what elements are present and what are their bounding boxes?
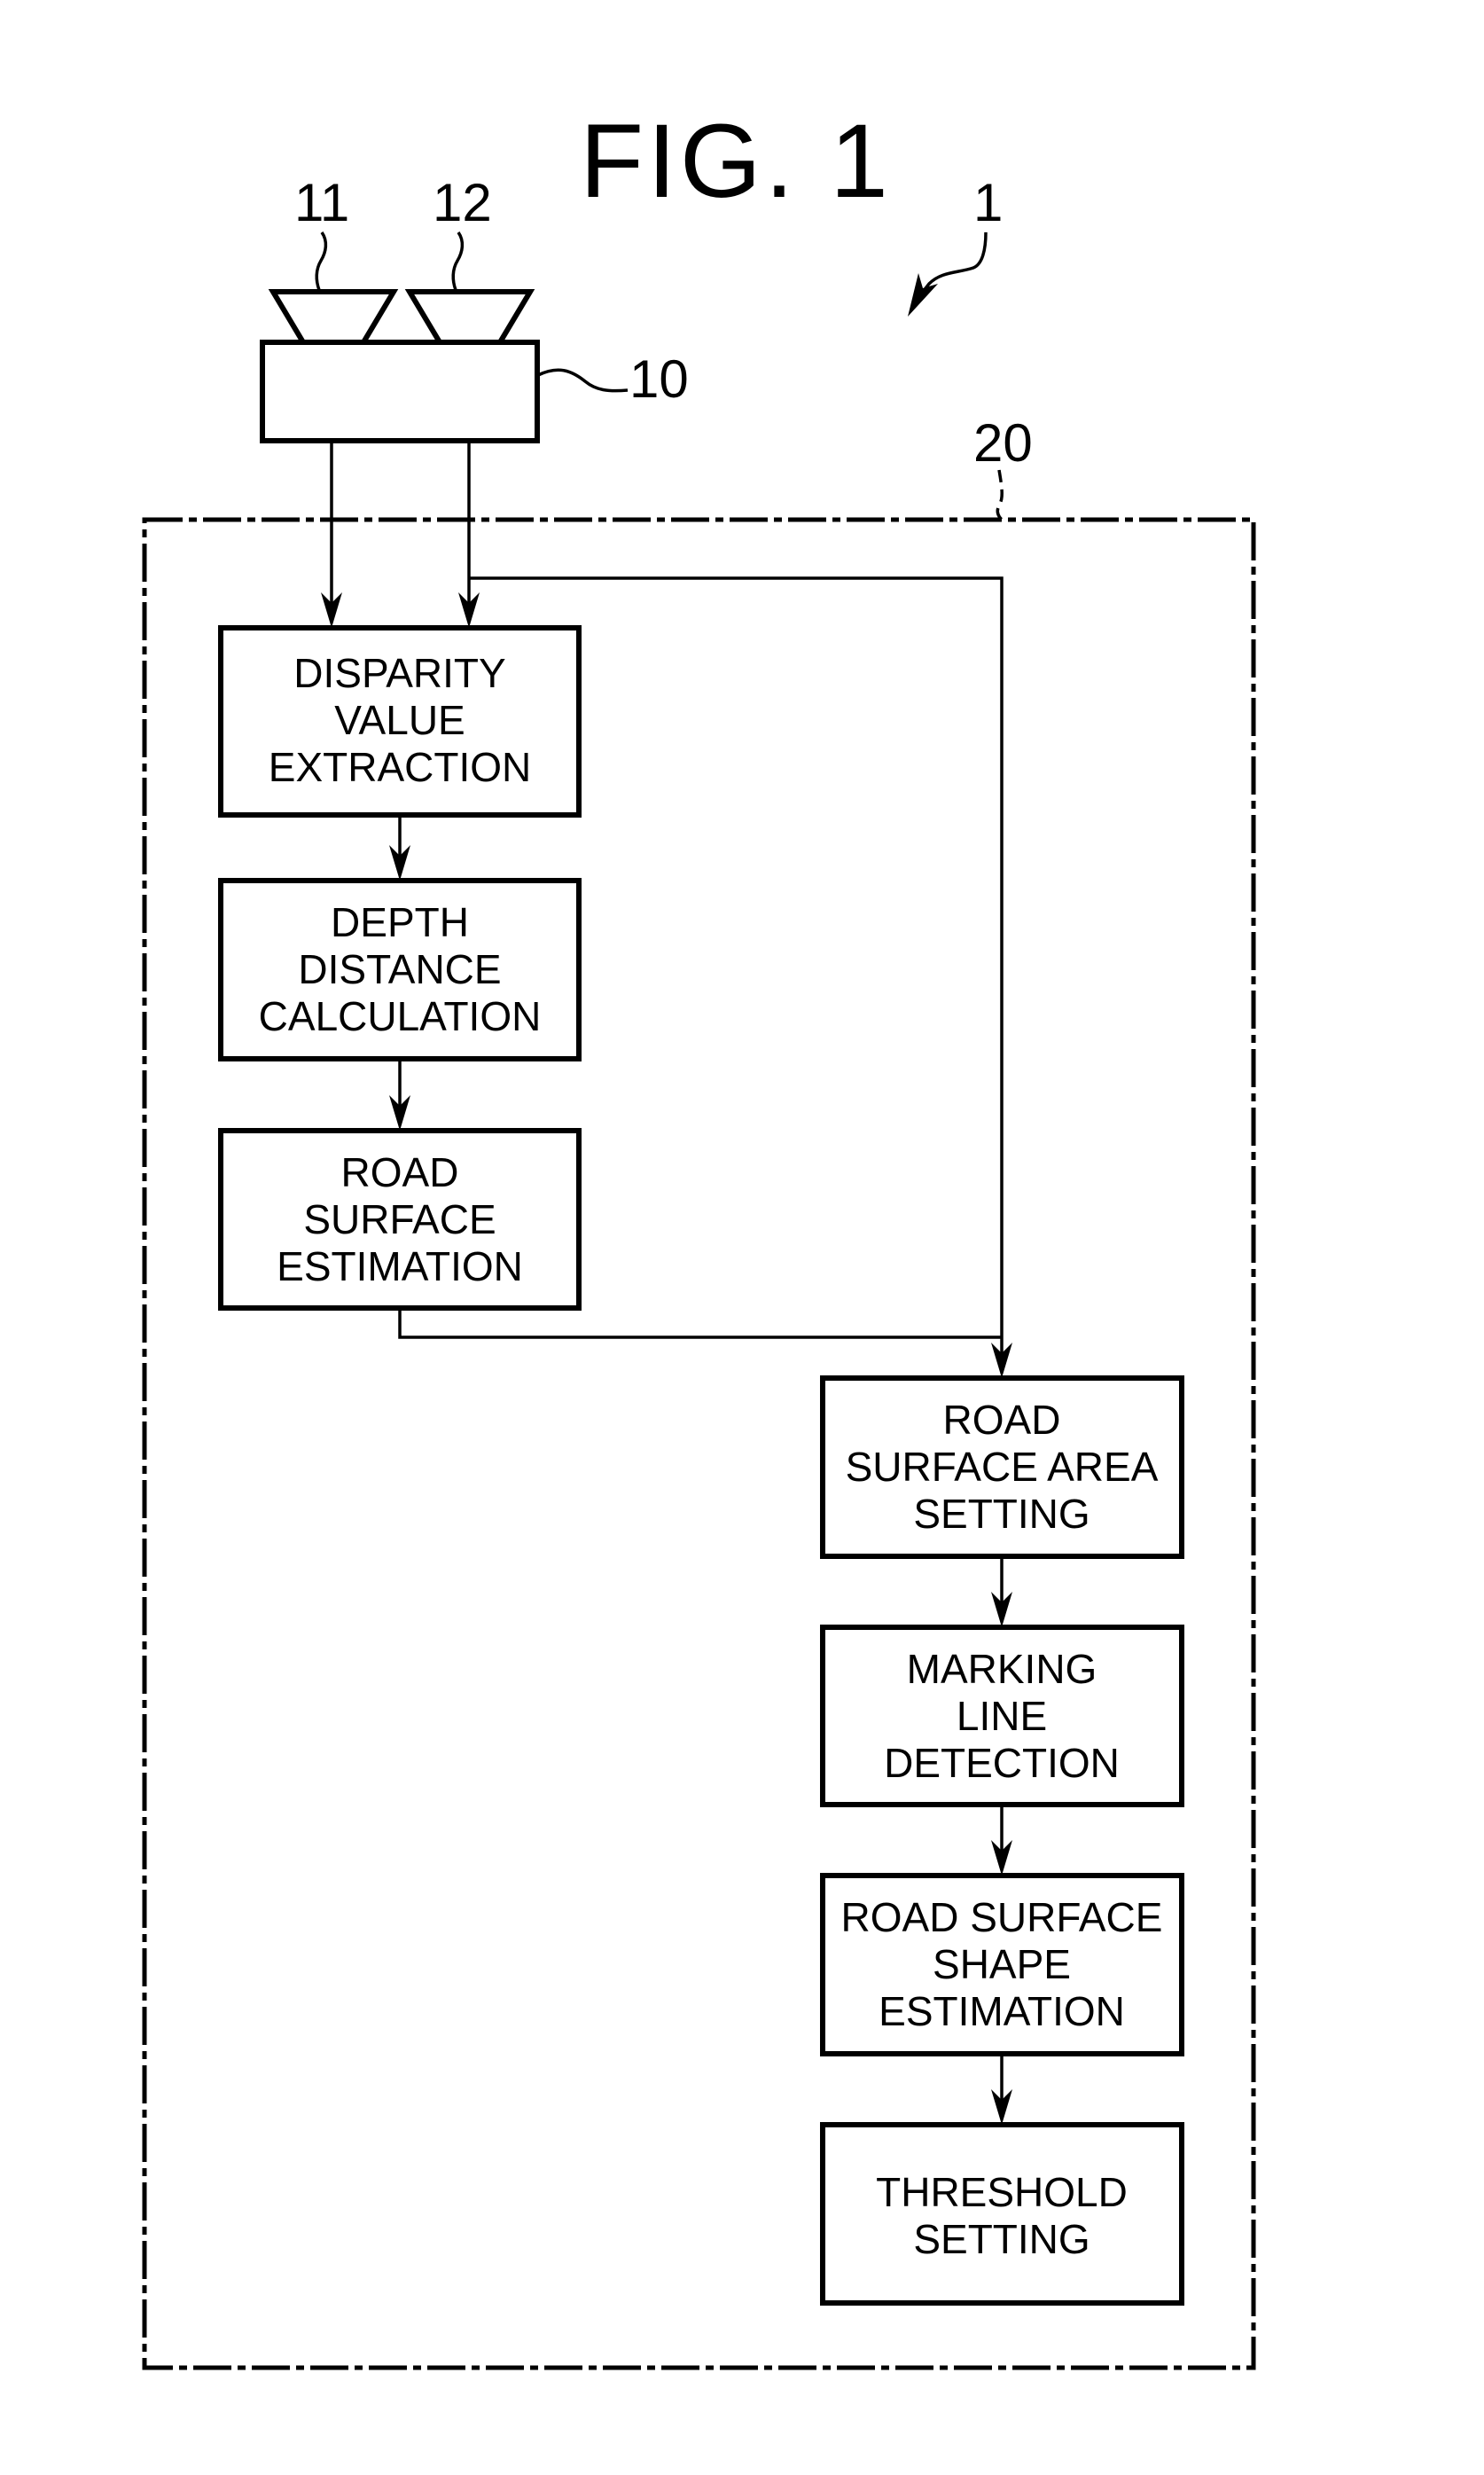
area-setting-line-2: SURFACE AREA (846, 1444, 1159, 1490)
camera-left-lens-icon (268, 289, 399, 345)
disparity-line-1: DISPARITY (293, 650, 505, 696)
block-disparity-value-extraction: DISPARITY VALUE EXTRACTION (218, 625, 582, 818)
disparity-line-2: VALUE (334, 697, 465, 743)
area-setting-line-1: ROAD (943, 1397, 1061, 1443)
marking-line-1: MARKING (907, 1646, 1097, 1692)
depth-line-1: DEPTH (331, 899, 469, 945)
disparity-line-3: EXTRACTION (269, 744, 531, 790)
marking-line-3: DETECTION (884, 1740, 1120, 1786)
road-estimation-line-1: ROAD (341, 1149, 459, 1195)
block-threshold-setting: THRESHOLD SETTING (820, 2122, 1184, 2306)
depth-line-2: DISTANCE (298, 946, 501, 992)
camera-unit-box (260, 340, 540, 443)
figure-title: FIG. 1 (580, 103, 892, 220)
block-marking-line-detection: MARKING LINE DETECTION (820, 1625, 1184, 1807)
shape-line-3: ESTIMATION (879, 1988, 1125, 2034)
block-depth-distance-calculation: DEPTH DISTANCE CALCULATION (218, 878, 582, 1061)
patent-figure: FIG. 1 1 11 12 10 20 DISPARITY VALUE EXT… (0, 0, 1484, 2475)
shape-line-2: SHAPE (933, 1941, 1071, 1987)
camera-right-lens-icon (404, 289, 535, 345)
block-road-surface-area-setting: ROAD SURFACE AREA SETTING (820, 1375, 1184, 1559)
shape-line-1: ROAD SURFACE (841, 1894, 1163, 1940)
area-setting-line-3: SETTING (913, 1491, 1090, 1537)
block-diagram: FIG. 1 1 11 12 10 20 DISPARITY VALUE EXT… (142, 103, 1256, 2370)
ref-label-camera-unit: 10 (629, 349, 689, 409)
ref-label-system: 1 (973, 173, 1003, 232)
threshold-line-2: SETTING (913, 2216, 1090, 2262)
ref-label-camera-left: 11 (294, 173, 349, 232)
ref-label-processing-unit: 20 (973, 413, 1033, 473)
block-road-surface-estimation: ROAD SURFACE ESTIMATION (218, 1128, 582, 1311)
depth-line-3: CALCULATION (259, 993, 542, 1039)
camera-unit-leader (537, 368, 629, 393)
block-road-surface-shape-estimation: ROAD SURFACE SHAPE ESTIMATION (820, 1873, 1184, 2056)
processing-unit-leader (996, 469, 1004, 521)
camera-left-leader (315, 231, 328, 291)
road-estimation-line-3: ESTIMATION (277, 1243, 523, 1289)
camera-right-leader (451, 231, 465, 291)
threshold-line-1: THRESHOLD (876, 2169, 1128, 2215)
marking-line-2: LINE (957, 1693, 1047, 1739)
road-estimation-line-2: SURFACE (303, 1196, 496, 1242)
ref-label-camera-right: 12 (433, 173, 492, 232)
connector-road-estimation-to-area-setting (398, 1308, 1002, 1339)
